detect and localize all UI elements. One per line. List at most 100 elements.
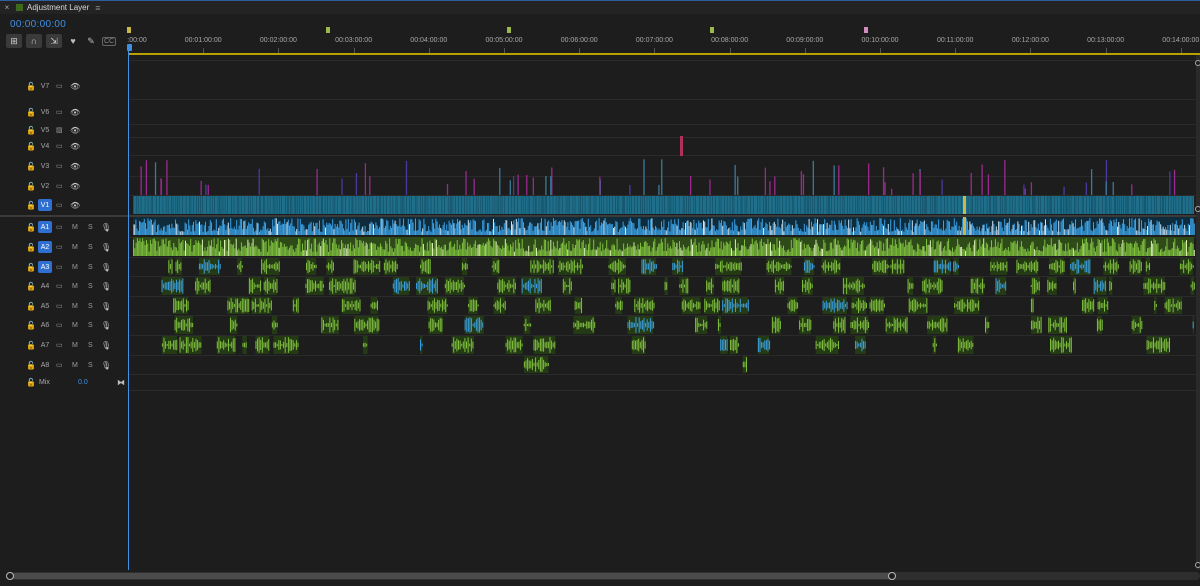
a2-waveform[interactable] bbox=[909, 241, 911, 256]
a1-waveform[interactable] bbox=[313, 222, 314, 235]
a1-waveform[interactable] bbox=[855, 227, 857, 235]
audio-clip-waveform[interactable] bbox=[810, 282, 812, 290]
a1-waveform[interactable] bbox=[170, 228, 172, 235]
audio-clip-waveform[interactable] bbox=[844, 284, 846, 288]
audio-clip-waveform[interactable] bbox=[957, 337, 959, 353]
a2-waveform[interactable] bbox=[185, 240, 186, 256]
a2-waveform[interactable] bbox=[711, 240, 713, 256]
a2-waveform[interactable] bbox=[611, 245, 613, 256]
adjustment-layer-clip[interactable] bbox=[140, 166, 142, 195]
a1-waveform[interactable] bbox=[1088, 220, 1090, 235]
a2-waveform[interactable] bbox=[1175, 248, 1177, 256]
v1-cut-line[interactable] bbox=[1126, 196, 1128, 214]
audio-clip-waveform[interactable] bbox=[729, 339, 731, 351]
audio-clip-block[interactable] bbox=[1048, 316, 1067, 334]
audio-clip-waveform[interactable] bbox=[841, 318, 843, 332]
a2-waveform[interactable] bbox=[680, 247, 682, 256]
v1-cut-line[interactable] bbox=[348, 196, 350, 214]
v1-cut-line[interactable] bbox=[1142, 196, 1144, 214]
a1-waveform[interactable] bbox=[920, 221, 922, 235]
audio-clip-waveform[interactable] bbox=[965, 340, 967, 350]
adjustment-layer-clip[interactable] bbox=[200, 180, 202, 195]
audio-clip-waveform[interactable] bbox=[944, 259, 946, 274]
a1-waveform[interactable] bbox=[1042, 230, 1044, 235]
audio-clip-waveform[interactable] bbox=[970, 340, 972, 350]
a1-waveform[interactable] bbox=[1046, 225, 1048, 235]
v1-cut-line[interactable] bbox=[276, 196, 278, 214]
a2-waveform[interactable] bbox=[623, 243, 625, 256]
a1-waveform[interactable] bbox=[299, 218, 301, 235]
v1-cut-line[interactable] bbox=[578, 196, 580, 214]
a1-waveform[interactable] bbox=[429, 230, 431, 235]
a1-waveform[interactable] bbox=[931, 221, 932, 235]
a1-waveform[interactable] bbox=[1095, 228, 1097, 235]
audio-clip-waveform[interactable] bbox=[1059, 342, 1061, 348]
a2-waveform[interactable] bbox=[409, 247, 411, 256]
a1-waveform[interactable] bbox=[749, 218, 751, 235]
audio-clip-waveform[interactable] bbox=[980, 282, 982, 290]
audio-clip-waveform[interactable] bbox=[582, 322, 584, 328]
audio-clip-waveform[interactable] bbox=[856, 341, 858, 349]
a2-waveform[interactable] bbox=[864, 250, 866, 256]
a2-waveform[interactable] bbox=[446, 250, 448, 256]
audio-clip-waveform[interactable] bbox=[316, 284, 318, 288]
audio-clip-waveform[interactable] bbox=[638, 338, 640, 352]
v1-cut-line[interactable] bbox=[926, 196, 928, 214]
a2-waveform[interactable] bbox=[937, 240, 939, 256]
audio-clip-waveform[interactable] bbox=[363, 260, 365, 273]
a1-waveform[interactable] bbox=[851, 231, 853, 235]
a1-waveform[interactable] bbox=[987, 228, 989, 235]
audio-clip-waveform[interactable] bbox=[727, 264, 729, 269]
a1-waveform[interactable] bbox=[777, 218, 779, 235]
a2-waveform[interactable] bbox=[1189, 242, 1191, 256]
a1-waveform[interactable] bbox=[230, 218, 232, 235]
audio-clip-waveform[interactable] bbox=[1177, 300, 1179, 311]
audio-clip-waveform[interactable] bbox=[707, 303, 709, 308]
a1-waveform[interactable] bbox=[266, 229, 268, 235]
v1-cut-line[interactable] bbox=[369, 196, 370, 214]
a1-waveform[interactable] bbox=[224, 224, 226, 235]
audio-clip-waveform[interactable] bbox=[169, 281, 171, 291]
audio-clip-waveform[interactable] bbox=[198, 342, 200, 348]
v1-cut-line[interactable] bbox=[1051, 196, 1053, 214]
a2-waveform[interactable] bbox=[889, 244, 891, 256]
a1-waveform[interactable] bbox=[968, 229, 970, 235]
v1-cut-line[interactable] bbox=[133, 196, 134, 214]
a2-waveform[interactable] bbox=[1130, 242, 1132, 256]
audio-clip-waveform[interactable] bbox=[427, 281, 429, 291]
a1-waveform[interactable] bbox=[911, 220, 913, 235]
a2-waveform[interactable] bbox=[178, 238, 180, 256]
audio-clip-waveform[interactable] bbox=[250, 279, 252, 293]
a2-waveform[interactable] bbox=[939, 244, 940, 256]
audio-clip-waveform[interactable] bbox=[834, 342, 836, 348]
a1-waveform[interactable] bbox=[814, 218, 816, 235]
a2-waveform[interactable] bbox=[643, 241, 645, 256]
audio-clip-waveform[interactable] bbox=[541, 303, 543, 308]
a1-waveform[interactable] bbox=[891, 231, 893, 235]
a1-waveform[interactable] bbox=[1004, 218, 1006, 235]
audio-clip-waveform[interactable] bbox=[923, 280, 925, 292]
adjustment-layer-clip[interactable] bbox=[364, 163, 367, 195]
v1-cut-line[interactable] bbox=[791, 196, 793, 214]
a1-waveform[interactable] bbox=[317, 229, 319, 235]
a2-waveform[interactable] bbox=[779, 240, 781, 256]
a1-waveform[interactable] bbox=[820, 223, 822, 235]
v1-cut-line[interactable] bbox=[667, 196, 669, 214]
a2-waveform[interactable] bbox=[1026, 251, 1028, 256]
audio-clip-waveform[interactable] bbox=[828, 302, 830, 309]
audio-clip-waveform[interactable] bbox=[166, 282, 168, 290]
a1-waveform[interactable] bbox=[977, 229, 979, 235]
a1-waveform[interactable] bbox=[866, 222, 868, 235]
a2-waveform[interactable] bbox=[383, 249, 385, 256]
a1-waveform[interactable] bbox=[725, 225, 727, 235]
a2-waveform[interactable] bbox=[689, 251, 691, 256]
a1-waveform[interactable] bbox=[884, 219, 886, 235]
audio-clip-waveform[interactable] bbox=[802, 317, 804, 333]
audio-clip-waveform[interactable] bbox=[311, 280, 313, 292]
a1-waveform[interactable] bbox=[257, 223, 259, 235]
a1-waveform[interactable] bbox=[466, 225, 468, 235]
audio-clip-waveform[interactable] bbox=[1058, 340, 1060, 350]
a2-waveform[interactable] bbox=[898, 238, 900, 256]
a1-waveform[interactable] bbox=[759, 229, 761, 235]
audio-clip-waveform[interactable] bbox=[499, 298, 501, 313]
